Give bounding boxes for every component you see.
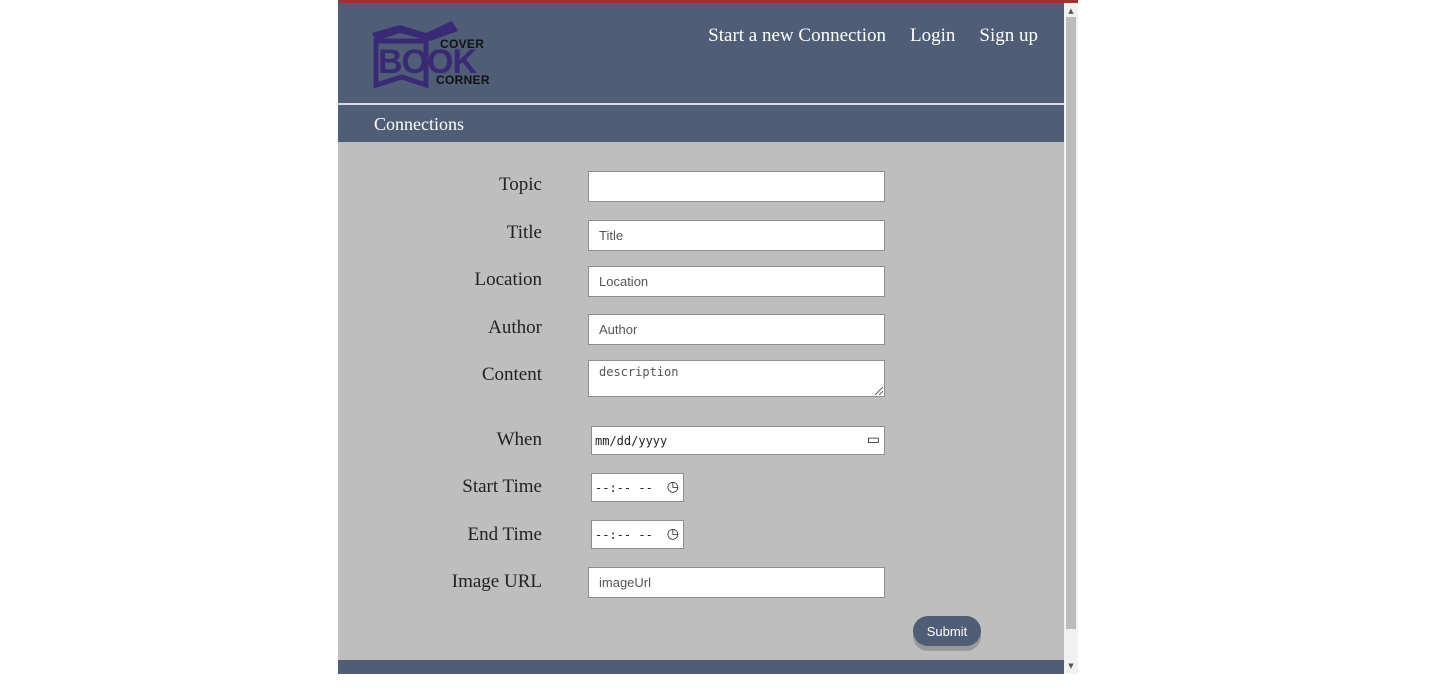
author-input[interactable] [588,314,885,345]
site-footer [338,660,1064,674]
title-input[interactable] [588,220,885,251]
connection-form: Topic Title Location Author Content When… [338,142,1064,660]
nav-new-connection[interactable]: Start a new Connection [708,25,886,47]
section-title: Connections [374,114,464,134]
scrollbar-thumb[interactable] [1066,17,1076,629]
nav-sign-up[interactable]: Sign up [979,25,1038,47]
nav-login[interactable]: Login [910,25,955,47]
scroll-up-arrow-icon[interactable]: ▲ [1064,5,1078,17]
image-url-input[interactable] [588,567,885,598]
location-label: Location [474,269,542,290]
author-label: Author [488,317,542,338]
start-time-label: Start Time [462,476,542,497]
end-time-label: End Time [467,524,542,545]
content-textarea[interactable] [588,360,885,397]
site-logo[interactable]: COVER BOOK CORNER [366,19,490,89]
start-time-value: --:-- -- [595,481,653,495]
section-bar: Connections [338,105,1064,142]
topic-input[interactable] [588,171,885,202]
start-time-input[interactable]: --:-- -- ◷ [591,473,684,502]
clock-icon[interactable]: ◷ [667,480,679,494]
location-input[interactable] [588,266,885,297]
when-date-input[interactable]: mm/dd/yyyy ▭ [591,426,885,455]
topic-label: Topic [499,174,542,195]
end-time-value: --:-- -- [595,528,653,542]
clock-icon[interactable]: ◷ [667,527,679,541]
image-url-label: Image URL [451,571,542,592]
end-time-input[interactable]: --:-- -- ◷ [591,520,684,549]
site-header: COVER BOOK CORNER Start a new Connection… [338,3,1064,103]
resize-handle-icon[interactable] [875,387,883,395]
browser-viewport: COVER BOOK CORNER Start a new Connection… [338,0,1078,674]
when-label: When [496,429,542,450]
content-label: Content [481,364,542,385]
calendar-icon[interactable]: ▭ [867,433,880,447]
scroll-down-arrow-icon[interactable]: ▼ [1064,660,1078,672]
submit-button[interactable]: Submit [913,616,981,646]
logo-word-corner: CORNER [436,73,490,87]
vertical-scrollbar[interactable]: ▲ ▼ [1064,3,1078,674]
title-label: Title [506,222,542,243]
main-nav: Start a new Connection Login Sign up [708,25,1038,47]
when-date-value: mm/dd/yyyy [595,434,668,448]
